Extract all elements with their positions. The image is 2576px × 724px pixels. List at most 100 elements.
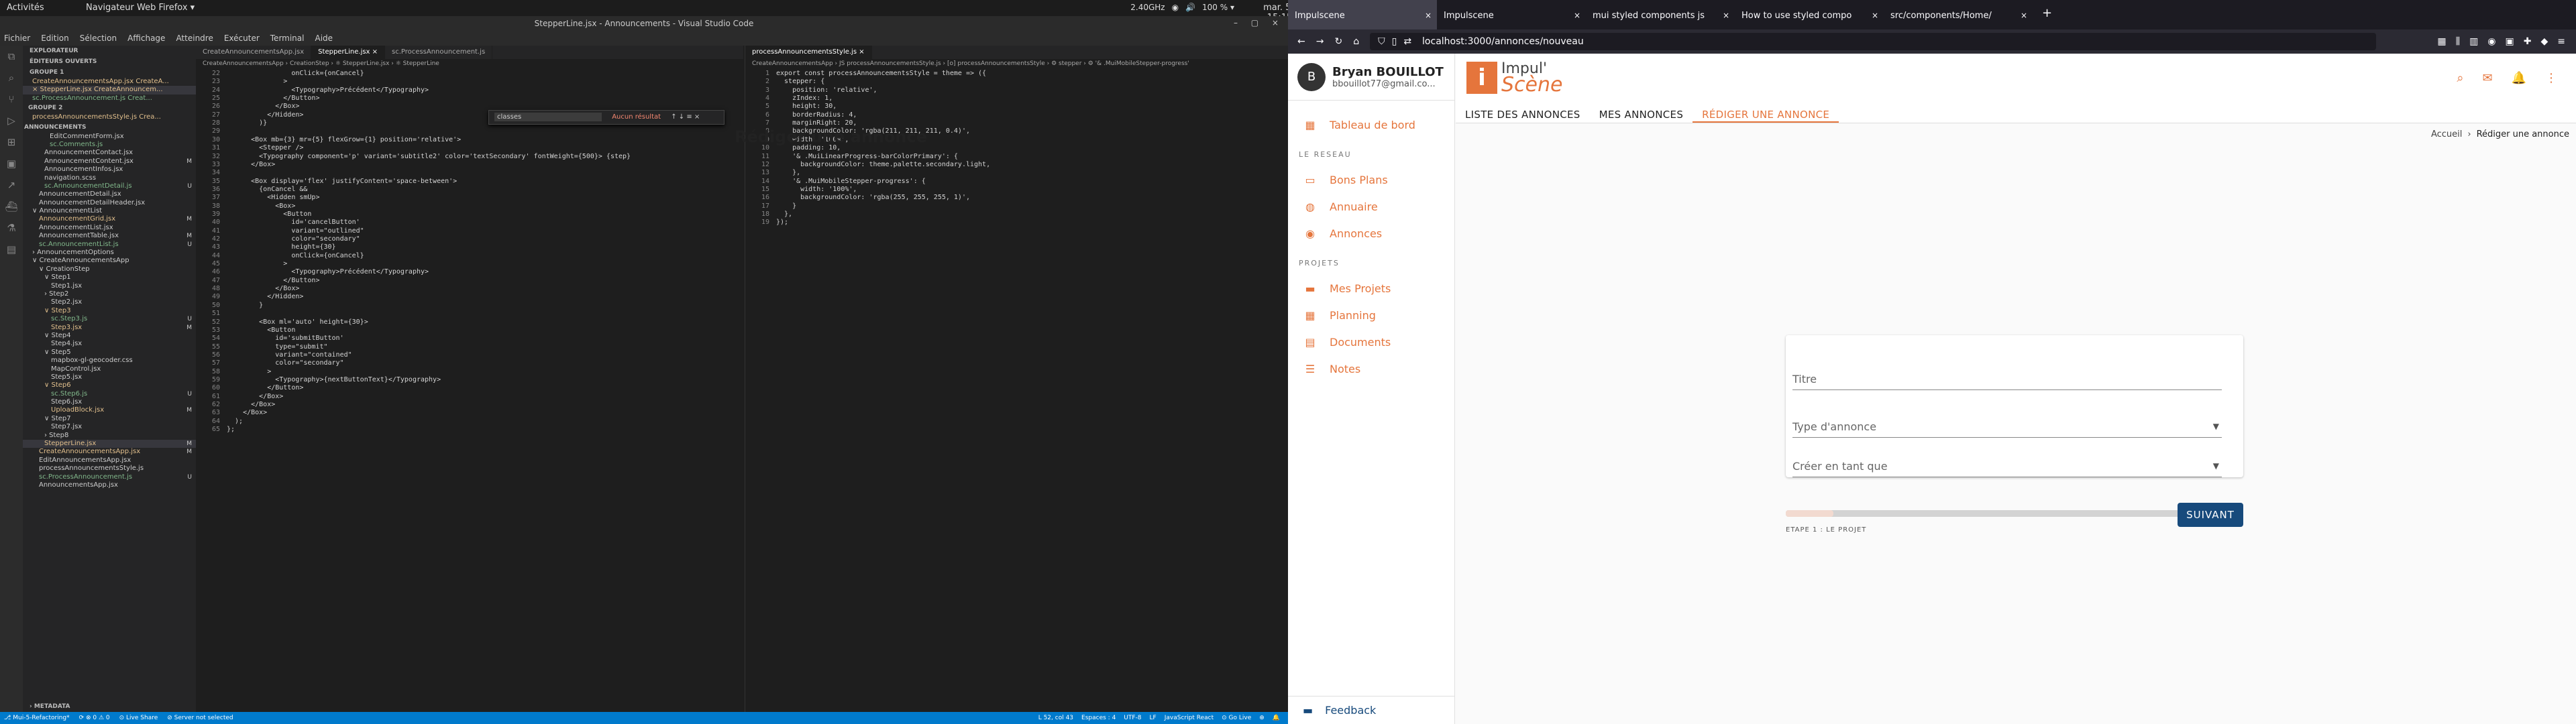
code-line[interactable]: export const processAnnouncementsStyle =… <box>776 70 986 78</box>
tree-item[interactable]: EditCommentForm.jsx <box>23 133 196 141</box>
code-line[interactable]: marginRight: 20, <box>776 119 857 127</box>
run-debug-icon[interactable]: ▷ <box>0 110 23 131</box>
tree-item[interactable]: × StepperLine.jsx CreateAnnouncem... <box>23 86 196 95</box>
editor-tab[interactable]: sc.ProcessAnnouncement.js <box>385 46 493 59</box>
status-item[interactable]: ⊕ <box>1259 715 1265 721</box>
tree-item[interactable]: StepperLine.jsx M <box>23 440 196 448</box>
tree-item[interactable]: AnnouncementDetail.jsx <box>23 190 196 198</box>
tree-item[interactable]: ∨ Step5 <box>23 349 196 357</box>
tree-item[interactable]: AnnouncementTable.jsx M <box>23 232 196 240</box>
code-line[interactable]: </Button> <box>227 277 319 285</box>
feedback-button[interactable]: ▬ Feedback <box>1288 696 1455 724</box>
code-line[interactable]: zIndex: 1, <box>776 95 833 103</box>
tree-item[interactable]: sc.AnnouncementDetail.js U <box>23 182 196 190</box>
menu-item[interactable]: Fichier <box>4 34 30 43</box>
status-item[interactable]: ⊙ Go Live <box>1222 715 1251 721</box>
tree-item[interactable]: › Step8 <box>23 432 196 440</box>
tree-item[interactable]: navigation.scss <box>23 174 196 182</box>
tree-item[interactable]: ANNOUNCEMENTS <box>23 122 196 133</box>
code-line[interactable]: color="secondary" <box>227 235 360 243</box>
code-line[interactable]: > <box>227 368 271 376</box>
code-line[interactable]: </Box> <box>227 285 299 293</box>
code-line[interactable]: </Box> <box>227 103 299 111</box>
tree-item[interactable]: Step1.jsx <box>23 282 196 290</box>
code-line[interactable]: <Box display='flex' justifyContent='spac… <box>227 178 457 186</box>
source-control-icon[interactable]: ⑂ <box>0 88 23 110</box>
status-item[interactable]: ⟳ ⊗ 0 ⚠ 0 <box>79 715 110 721</box>
close-tab-icon[interactable]: × <box>2021 11 2027 20</box>
nav-item-notes[interactable]: ☰ Notes <box>1288 355 1454 382</box>
browser-tab[interactable]: How to use styled compo × <box>1735 0 1884 29</box>
code-line[interactable]: <Hidden smUp> <box>227 194 319 202</box>
editor-tab[interactable]: CreateAnnouncementsApp.jsx <box>196 46 312 59</box>
url-text[interactable]: localhost:3000/annonces/nouveau <box>1422 36 1584 47</box>
explorer-icon[interactable]: ⧉ <box>0 46 23 67</box>
extension-icon[interactable]: ▦ <box>2437 36 2446 47</box>
code-line[interactable]: <Button <box>227 326 295 335</box>
tree-item[interactable]: AnnouncementGrid.jsx M <box>23 215 196 223</box>
editor-left[interactable]: CreateAnnouncementsApp.jsx StepperLine.js… <box>196 46 743 712</box>
tree-item[interactable]: GROUPE 2 <box>23 103 196 113</box>
code-line[interactable]: height={30} <box>227 243 335 251</box>
extensions-icon[interactable]: ⊞ <box>0 131 23 153</box>
code-line[interactable]: <Button <box>227 210 311 219</box>
messages-icon[interactable]: ✉ <box>2482 71 2492 85</box>
nav-item-deals[interactable]: ▭ Bons Plans <box>1288 166 1454 193</box>
tree-item[interactable]: › Step2 <box>23 290 196 298</box>
tree-item[interactable]: ∨ Step3 <box>23 307 196 315</box>
nav-item-document[interactable]: ▤ Documents <box>1288 328 1454 355</box>
more-icon[interactable]: ⋮ <box>2545 71 2557 85</box>
menu-item[interactable]: Terminal <box>270 34 305 43</box>
code-line[interactable]: variant="outlined" <box>227 227 364 235</box>
code-line[interactable]: }, <box>776 210 792 219</box>
activities-button[interactable]: Activités <box>7 3 44 13</box>
code-line[interactable]: </Button> <box>227 384 303 392</box>
find-widget[interactable]: classes Aucun résultat ↑ ↓ ≡ × <box>488 110 724 125</box>
tree-item[interactable]: ∨ Step7 <box>23 415 196 423</box>
tree-item[interactable]: › AnnouncementOptions <box>23 249 196 257</box>
code-line[interactable]: onClick={onCancel} <box>227 252 364 260</box>
page-info-icon[interactable]: ▯ <box>1392 36 1397 47</box>
tree-item[interactable]: AnnouncementList.jsx <box>23 224 196 232</box>
tree-item[interactable]: AnnouncementsApp.jsx <box>23 481 196 489</box>
avatar[interactable]: B <box>1297 62 1326 91</box>
code-line[interactable]: <Box ml='auto' height={30}> <box>227 318 368 326</box>
code-line[interactable]: color="secondary" <box>227 359 343 367</box>
code-line[interactable]: )} <box>227 119 267 127</box>
code-line[interactable]: ); <box>227 418 243 426</box>
code-line[interactable]: }, <box>776 169 800 177</box>
tree-item[interactable]: sc.ProcessAnnouncement.js Creat... <box>23 95 196 103</box>
code-line[interactable]: </Hidden> <box>227 293 303 301</box>
close-tab-icon[interactable]: × <box>1574 11 1580 20</box>
tree-item[interactable]: AnnouncementContent.jsx M <box>23 158 196 166</box>
browser-tab[interactable]: Impulscene × <box>1437 0 1586 29</box>
status-item[interactable]: 🔔 <box>1273 715 1280 721</box>
code-line[interactable]: variant="contained" <box>227 351 352 359</box>
code-line[interactable]: position: 'relative', <box>776 86 877 95</box>
tree-item[interactable]: processAnnouncementsStyle.js Crea... <box>23 113 196 121</box>
tab-0[interactable]: LISTE DES ANNONCES <box>1456 103 1590 123</box>
code-line[interactable]: <Stepper /> <box>227 144 303 152</box>
find-controls[interactable]: ↑ ↓ ≡ × <box>671 113 700 121</box>
code-line[interactable]: height: 30, <box>776 103 837 111</box>
menu-item[interactable]: Sélection <box>80 34 117 43</box>
tab-2[interactable]: RÉDIGER UNE ANNONCE <box>1693 103 1839 123</box>
tree-item[interactable]: ∨ Step6 <box>23 381 196 389</box>
extension4-icon[interactable]: ◆ <box>2540 36 2548 47</box>
open-editors-header[interactable]: ÉDITEURS OUVERTS <box>23 56 196 67</box>
tree-item[interactable]: Step6.jsx <box>23 398 196 406</box>
code-line[interactable]: > <box>227 260 287 268</box>
tree-item[interactable]: CreateAnnouncementsApp.jsx M <box>23 448 196 456</box>
code-line[interactable]: id='submitButton' <box>227 335 343 343</box>
tree-item[interactable]: AnnouncementInfos.jsx <box>23 166 196 174</box>
reload-icon[interactable]: ↻ <box>1334 36 1342 47</box>
browser-tab[interactable]: src/components/Home/ × <box>1884 0 2033 29</box>
permissions-icon[interactable]: ⇄ <box>1403 36 1411 47</box>
outline-header[interactable]: › METADATA <box>23 701 70 712</box>
code-line[interactable]: backgroundColor: 'rgba(255, 255, 255, 1)… <box>776 194 970 202</box>
tree-item[interactable]: Step4.jsx <box>23 340 196 348</box>
close-tab-icon[interactable]: × <box>1872 11 1878 20</box>
code-line[interactable]: width: '100%', <box>776 186 857 194</box>
title-field[interactable]: Titre <box>1792 373 2222 390</box>
create-as-select[interactable]: Créer en tant que ▼ <box>1792 460 2222 477</box>
